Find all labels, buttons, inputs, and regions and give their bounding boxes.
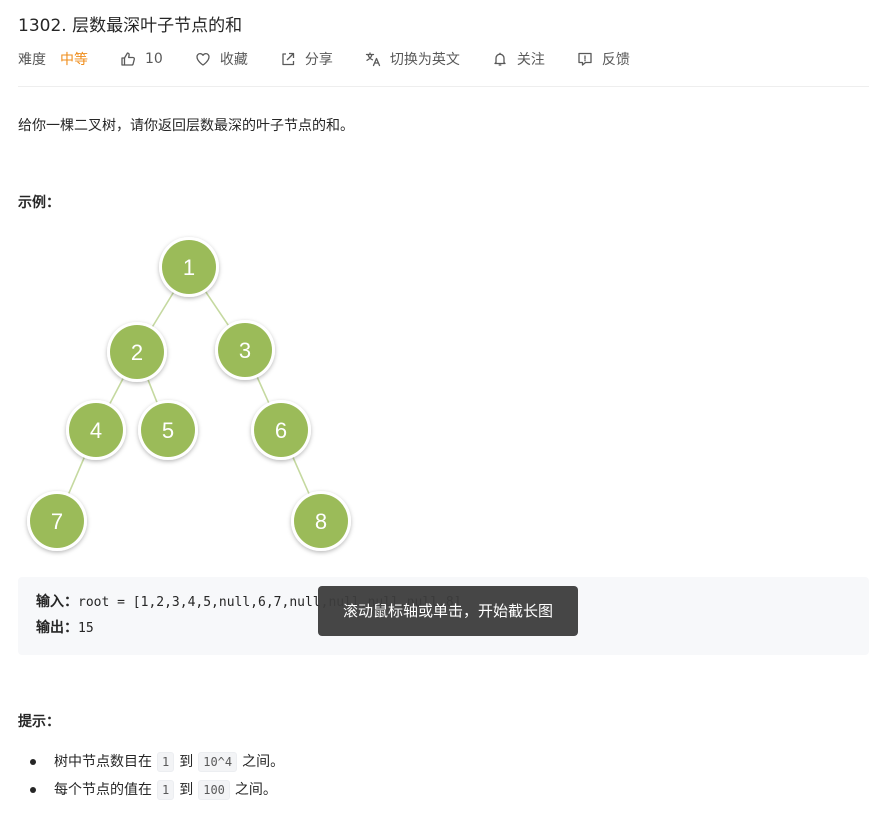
header-divider — [18, 86, 869, 87]
tree-node: 3 — [215, 320, 275, 380]
tree-edge — [256, 376, 270, 404]
tree-node-label: 5 — [162, 418, 174, 443]
problem-title: 1302. 层数最深叶子节点的和 — [18, 16, 243, 36]
problem-meta-bar: 难度 中等 10 收藏 分享 切换为英文 关注 反馈 — [18, 48, 630, 70]
hint-text: 树中节点数目在 — [54, 754, 152, 770]
tree-node-label: 4 — [90, 418, 102, 443]
hint-text: 之间。 — [234, 782, 277, 798]
follow-button[interactable]: 关注 — [492, 49, 545, 69]
tree-edge — [291, 456, 311, 495]
list-item: 树中节点数目在 1 到 10^4 之间。 — [18, 748, 284, 776]
tree-node-label: 1 — [183, 255, 195, 280]
difficulty-badge: 中等 — [60, 52, 88, 68]
like-button[interactable]: 10 — [120, 51, 163, 67]
tree-node: 6 — [251, 400, 311, 460]
thumbs-up-icon — [121, 52, 135, 66]
tree-edge — [151, 291, 175, 328]
tree-edge — [108, 377, 125, 405]
difficulty-label: 难度 — [18, 52, 46, 68]
hint-text: 到 — [179, 782, 194, 798]
tree-node: 5 — [138, 400, 198, 460]
example-output-value: 15 — [78, 621, 94, 636]
favorite-label: 收藏 — [219, 52, 248, 68]
hint-text: 到 — [179, 754, 194, 770]
tree-edge — [204, 290, 230, 327]
hints-list: 树中节点数目在 1 到 10^4 之间。 每个节点的值在 1 到 100 之间。 — [18, 748, 284, 804]
hint-text: 每个节点的值在 — [54, 782, 152, 798]
hints-heading: 提示： — [18, 714, 60, 730]
feedback-label: 反馈 — [601, 52, 630, 68]
tree-node: 1 — [159, 237, 219, 297]
like-count: 10 — [145, 51, 163, 67]
tree-node-label: 2 — [131, 340, 143, 365]
tree-node-label: 8 — [315, 509, 327, 534]
bell-icon — [494, 52, 506, 66]
translate-icon — [365, 52, 380, 67]
screenshot-tooltip: 滚动鼠标轴或单击，开始截长图 — [318, 586, 578, 636]
inline-code: 100 — [198, 780, 230, 800]
tree-node: 4 — [66, 400, 126, 460]
share-icon — [282, 52, 294, 66]
share-label: 分享 — [304, 52, 333, 68]
list-item: 每个节点的值在 1 到 100 之间。 — [18, 776, 284, 804]
problem-description: 给你一棵二叉树，请你返回层数最深的叶子节点的和。 — [18, 118, 354, 134]
binary-tree-diagram: 1 2 3 4 5 6 7 8 — [27, 237, 351, 551]
inline-code: 1 — [157, 780, 175, 800]
tree-node: 8 — [291, 491, 351, 551]
follow-label: 关注 — [516, 52, 545, 68]
inline-code: 1 — [157, 752, 175, 772]
hint-text: 之间。 — [242, 754, 285, 770]
tree-edge — [67, 456, 86, 495]
example-input-label: 输入： — [36, 594, 78, 610]
translate-label: 切换为英文 — [389, 52, 460, 68]
tree-node: 7 — [27, 491, 87, 551]
example-output-label: 输出： — [36, 620, 78, 636]
translate-button[interactable]: 切换为英文 — [365, 49, 460, 69]
problem-page: 1302. 层数最深叶子节点的和 难度 中等 10 收藏 分享 切换为英文 关注… — [18, 0, 869, 828]
inline-code: 10^4 — [198, 752, 238, 772]
heart-icon — [196, 52, 210, 66]
feedback-button[interactable]: 反馈 — [577, 49, 630, 69]
share-button[interactable]: 分享 — [280, 49, 333, 69]
favorite-button[interactable]: 收藏 — [195, 49, 248, 69]
tree-node-label: 7 — [51, 509, 63, 534]
feedback-icon — [578, 52, 592, 66]
tree-edge — [146, 378, 159, 404]
tree-node: 2 — [107, 322, 167, 382]
tree-node-label: 3 — [239, 338, 251, 363]
tree-node-label: 6 — [275, 418, 287, 443]
example-output-line: 输出：15 — [36, 617, 94, 640]
example-heading: 示例： — [18, 195, 60, 211]
